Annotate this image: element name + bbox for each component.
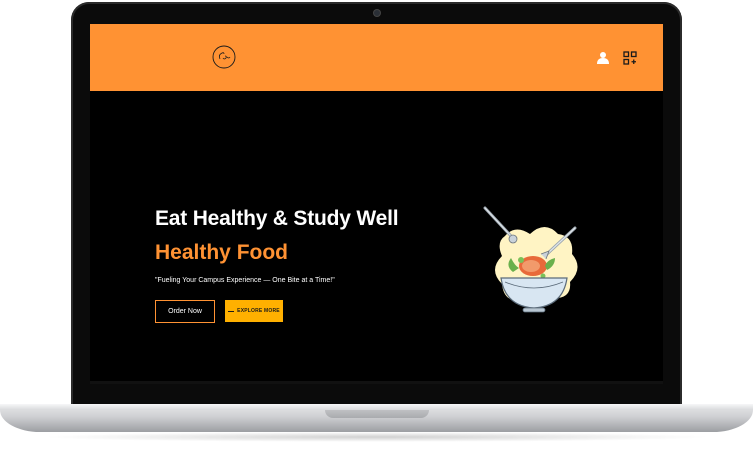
order-now-button[interactable]: Order Now xyxy=(155,300,215,323)
hero-title: Eat Healthy & Study Well xyxy=(155,207,399,230)
salad-bowl-illustration xyxy=(483,206,578,313)
laptop-shadow xyxy=(40,432,713,442)
navbar xyxy=(90,24,663,91)
laptop-notch xyxy=(325,410,429,418)
hero-subtitle: Healthy Food xyxy=(155,241,289,264)
explore-more-button[interactable]: EXPLORE MORE xyxy=(225,300,283,322)
apps-icon[interactable] xyxy=(623,51,637,65)
screen-bottom-bar xyxy=(90,381,663,384)
user-icon[interactable] xyxy=(596,51,610,65)
dash-icon xyxy=(228,310,235,312)
explore-more-label: EXPLORE MORE xyxy=(237,308,280,314)
laptop-screen: Eat Healthy & Study Well Healthy Food "F… xyxy=(90,24,663,384)
logo-icon[interactable] xyxy=(211,44,237,70)
hero-tagline: "Fueling Your Campus Experience — One Bi… xyxy=(155,277,335,284)
order-now-label: Order Now xyxy=(168,308,202,315)
camera-icon xyxy=(374,10,380,16)
